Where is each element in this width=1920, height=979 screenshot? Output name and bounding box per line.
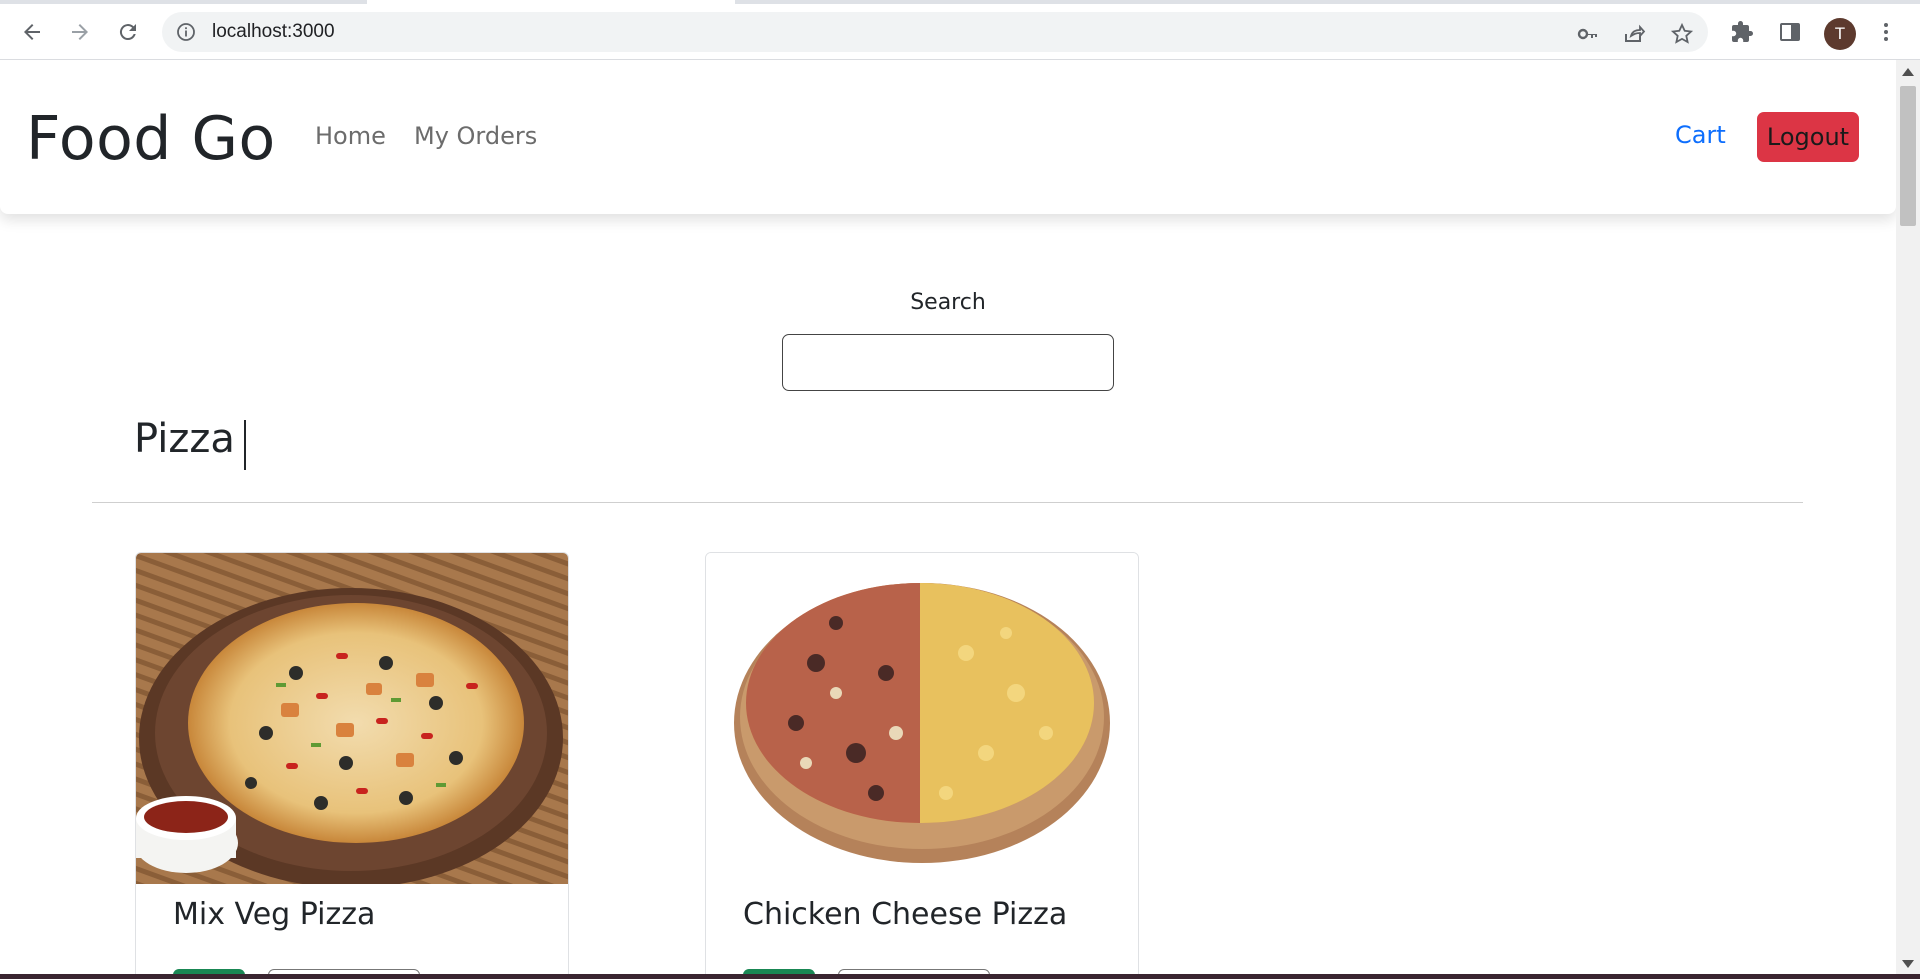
back-icon[interactable]: [14, 14, 50, 50]
bookmark-star-icon[interactable]: [1670, 22, 1694, 46]
food-item-name: Mix Veg Pizza: [173, 897, 376, 932]
forward-icon[interactable]: [62, 14, 98, 50]
site-navbar: Food Go Home My Orders Cart Logout: [0, 60, 1896, 214]
nav-link-home[interactable]: Home: [315, 122, 386, 150]
scroll-up-arrow-icon[interactable]: [1902, 68, 1914, 76]
side-panel-icon[interactable]: [1772, 14, 1808, 50]
food-card: Chicken Cheese Pizza: [705, 552, 1139, 974]
food-item-name: Chicken Cheese Pizza: [743, 897, 1068, 932]
key-icon[interactable]: [1576, 22, 1600, 46]
reload-icon[interactable]: [110, 14, 146, 50]
scrollbar-thumb[interactable]: [1900, 86, 1916, 226]
share-icon[interactable]: [1622, 22, 1646, 46]
profile-avatar[interactable]: T: [1824, 18, 1856, 50]
browser-toolbar: localhost:3000 T: [0, 4, 1920, 60]
extensions-icon[interactable]: [1724, 14, 1760, 50]
text-caret: [244, 420, 246, 470]
cart-link[interactable]: Cart: [1675, 121, 1726, 149]
kebab-menu-icon[interactable]: [1868, 14, 1904, 50]
page-viewport: Food Go Home My Orders Cart Logout Searc…: [0, 60, 1896, 974]
address-bar[interactable]: localhost:3000: [162, 12, 1708, 52]
brand-logo[interactable]: Food Go: [26, 104, 276, 174]
chicken-cheese-pizza-image: [706, 553, 1138, 884]
nav-link-my-orders[interactable]: My Orders: [414, 122, 537, 150]
search-input[interactable]: [782, 334, 1114, 391]
food-card: Mix Veg Pizza: [135, 552, 569, 974]
search-label: Search: [910, 290, 986, 315]
scroll-down-arrow-icon[interactable]: [1902, 960, 1914, 968]
category-divider: [92, 502, 1803, 503]
logout-button[interactable]: Logout: [1757, 112, 1859, 162]
category-title: Pizza: [134, 416, 235, 462]
url-text[interactable]: localhost:3000: [212, 12, 335, 52]
taskbar-edge: [0, 974, 1920, 979]
mix-veg-pizza-image: [136, 553, 568, 884]
site-info-icon[interactable]: [176, 22, 196, 42]
